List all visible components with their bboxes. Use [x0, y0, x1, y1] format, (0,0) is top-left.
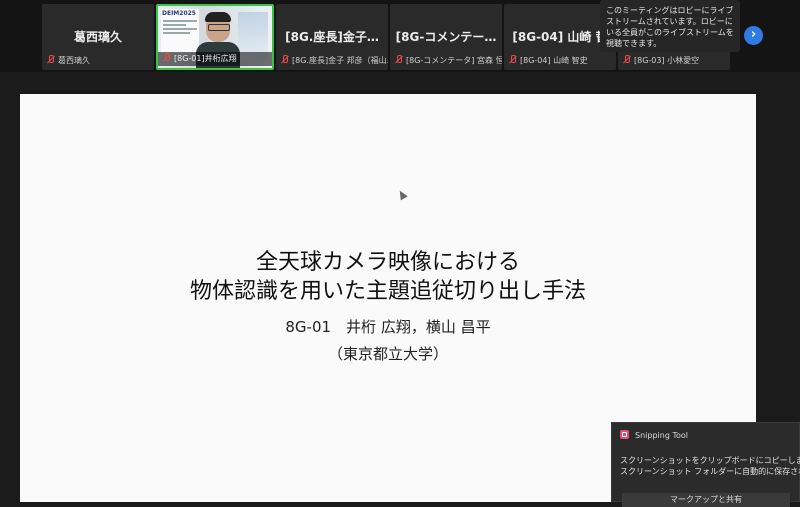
participant-caption: [8G-04] 山崎 智史: [504, 54, 616, 68]
mic-muted-icon: [280, 55, 289, 64]
participant-name: [8G-コメンテー…: [395, 30, 497, 44]
mic-muted-icon: [622, 55, 631, 64]
participant-tile[interactable]: 葛西璃久 葛西璃久: [42, 4, 154, 70]
mouse-cursor-icon: [396, 188, 408, 201]
participant-tile[interactable]: [8G-コメンテー… [8G-コメンテータ] 宮森 恒: [390, 4, 502, 70]
slide-authors: 8G-01 井桁 広翔，横山 昌平: [285, 318, 491, 336]
lobby-livestream-notice: このミーティングはロビーにライブストリームされています。ロビーにいる全員がこのラ…: [600, 0, 740, 52]
participant-name: [8G.座長]金子…: [285, 30, 379, 44]
markup-share-button[interactable]: マークアップと共有: [622, 493, 790, 507]
participant-strip: 葛西璃久 葛西璃久 DEIM2025 [8G-01]井桁広翔 [8G.座長]金子…: [0, 0, 800, 72]
snipping-tool-notification[interactable]: Snipping Tool スクリーンショットをクリップボードにコピーしました …: [611, 422, 800, 507]
chevron-right-icon: ›: [750, 27, 757, 42]
slide-affiliation: （東京都立大学）: [327, 345, 448, 363]
toast-message: スクリーンショットをクリップボードにコピーしました スクリーンショット フォルダ…: [620, 456, 800, 476]
next-participants-button[interactable]: ›: [744, 26, 763, 45]
toast-header: Snipping Tool: [620, 430, 688, 440]
mic-muted-icon: [162, 53, 171, 62]
participant-name: 葛西璃久: [73, 30, 122, 44]
participant-tile[interactable]: [8G.座長]金子… [8G.座長]金子 邦彦（福山…: [276, 4, 388, 70]
participant-video-tile[interactable]: DEIM2025 [8G-01]井桁広翔: [156, 4, 274, 70]
slide-title: 全天球カメラ映像における 物体認識を用いた主題追従切り出し手法: [189, 250, 586, 304]
participant-caption: [8G-コメンテータ] 宮森 恒: [390, 54, 502, 68]
participant-caption: 葛西璃久: [42, 54, 154, 68]
participant-caption: [8G.座長]金子 邦彦（福山…: [276, 54, 388, 68]
participant-caption: [8G-01]井桁広翔: [158, 52, 272, 66]
mic-muted-icon: [394, 55, 403, 64]
mic-muted-icon: [508, 55, 517, 64]
participant-caption: [8G-03] 小林愛空: [618, 54, 730, 68]
mic-muted-icon: [46, 55, 55, 64]
snipping-tool-icon: [620, 430, 629, 439]
background-poster: DEIM2025: [161, 9, 199, 53]
